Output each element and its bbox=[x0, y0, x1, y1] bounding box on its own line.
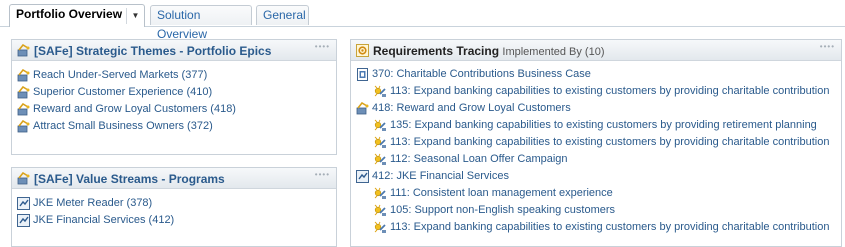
tab-label: General bbox=[263, 8, 306, 22]
trace-parent-row: 418: Reward and Grow Loyal Customers bbox=[356, 100, 836, 117]
feature-icon bbox=[374, 204, 386, 216]
portfolio-epic-icon bbox=[17, 120, 30, 133]
tracing-icon bbox=[356, 44, 369, 57]
trace-parent-row: 370: Charitable Contributions Business C… bbox=[356, 66, 836, 83]
item-link[interactable]: 418: Reward and Grow Loyal Customers bbox=[372, 100, 571, 117]
business-case-icon bbox=[357, 68, 368, 81]
portfolio-epic-icon bbox=[356, 102, 369, 115]
drag-handle-icon[interactable]: •••• bbox=[820, 42, 835, 51]
portfolio-epic-icon bbox=[17, 172, 30, 185]
panel-header: Requirements Tracing Implemented By (10)… bbox=[351, 40, 841, 61]
list-item: Superior Customer Experience (410) bbox=[17, 84, 332, 101]
program-icon bbox=[17, 214, 30, 227]
item-link[interactable]: JKE Meter Reader (378) bbox=[33, 195, 152, 212]
item-link[interactable]: 135: Expand banking capabilities to exis… bbox=[390, 117, 817, 134]
item-link[interactable]: 112: Seasonal Loan Offer Campaign bbox=[390, 151, 568, 168]
feature-icon bbox=[374, 85, 386, 97]
drag-handle-icon[interactable]: •••• bbox=[315, 42, 330, 51]
requirements-tracing-panel: Requirements Tracing Implemented By (10)… bbox=[350, 39, 842, 247]
trace-child-row: 135: Expand banking capabilities to exis… bbox=[356, 117, 836, 134]
feature-icon bbox=[374, 153, 386, 165]
item-link[interactable]: 105: Support non-English speaking custom… bbox=[390, 202, 615, 219]
item-link[interactable]: Superior Customer Experience (410) bbox=[33, 84, 212, 101]
feature-icon bbox=[374, 187, 386, 199]
portfolio-epic-icon bbox=[17, 103, 30, 116]
trace-child-row: 113: Expand banking capabilities to exis… bbox=[356, 219, 836, 236]
program-icon bbox=[356, 170, 369, 183]
list-item: Attract Small Business Owners (372) bbox=[17, 118, 332, 135]
feature-icon bbox=[374, 221, 386, 233]
item-link[interactable]: 111: Consistent loan management experien… bbox=[390, 185, 613, 202]
panel-title: Requirements Tracing Implemented By (10) bbox=[373, 44, 605, 58]
tab-bar: Portfolio Overview ▼ Solution Overview G… bbox=[0, 0, 845, 41]
feature-icon bbox=[374, 119, 386, 131]
panel-title: [SAFe] Strategic Themes - Portfolio Epic… bbox=[34, 44, 272, 58]
item-link[interactable]: 113: Expand banking capabilities to exis… bbox=[390, 134, 829, 151]
tab-label: Portfolio Overview bbox=[16, 7, 123, 21]
portfolio-epic-icon bbox=[17, 44, 30, 57]
streams-list: JKE Meter Reader (378) JKE Financial Serv… bbox=[17, 195, 332, 229]
portfolio-epic-icon bbox=[17, 69, 30, 82]
tracing-list: 370: Charitable Contributions Business C… bbox=[356, 66, 836, 236]
trace-child-row: 113: Expand banking capabilities to exis… bbox=[356, 83, 836, 100]
panel-title-text: Requirements Tracing bbox=[373, 44, 500, 58]
panel-header: [SAFe] Strategic Themes - Portfolio Epic… bbox=[12, 40, 336, 61]
list-item: JKE Meter Reader (378) bbox=[17, 195, 332, 212]
tab-solution-overview[interactable]: Solution Overview bbox=[150, 5, 252, 41]
panel-title: [SAFe] Value Streams - Programs bbox=[34, 172, 225, 186]
tab-general[interactable]: General bbox=[256, 5, 309, 25]
tab-portfolio-overview[interactable]: Portfolio Overview ▼ bbox=[9, 4, 145, 27]
strategic-themes-panel: [SAFe] Strategic Themes - Portfolio Epic… bbox=[11, 39, 337, 155]
item-link[interactable]: JKE Financial Services (412) bbox=[33, 212, 174, 229]
item-link[interactable]: Reward and Grow Loyal Customers (418) bbox=[33, 101, 236, 118]
item-link[interactable]: Reach Under-Served Markets (377) bbox=[33, 67, 207, 84]
list-item: JKE Financial Services (412) bbox=[17, 212, 332, 229]
portfolio-epic-icon bbox=[17, 86, 30, 99]
panel-subtitle: Implemented By (10) bbox=[502, 46, 605, 58]
item-link[interactable]: 113: Expand banking capabilities to exis… bbox=[390, 219, 829, 236]
trace-parent-row: 412: JKE Financial Services bbox=[356, 168, 836, 185]
panel-header: [SAFe] Value Streams - Programs •••• bbox=[12, 168, 336, 189]
trace-child-row: 112: Seasonal Loan Offer Campaign bbox=[356, 151, 836, 168]
list-item: Reach Under-Served Markets (377) bbox=[17, 67, 332, 84]
program-icon bbox=[17, 197, 30, 210]
item-link[interactable]: 370: Charitable Contributions Business C… bbox=[372, 66, 591, 83]
drag-handle-icon[interactable]: •••• bbox=[315, 170, 330, 179]
trace-child-row: 111: Consistent loan management experien… bbox=[356, 185, 836, 202]
list-item: Reward and Grow Loyal Customers (418) bbox=[17, 101, 332, 118]
item-link[interactable]: 412: JKE Financial Services bbox=[372, 168, 509, 185]
trace-child-row: 105: Support non-English speaking custom… bbox=[356, 202, 836, 219]
feature-icon bbox=[374, 136, 386, 148]
value-streams-panel: [SAFe] Value Streams - Programs •••• JKE… bbox=[11, 167, 337, 247]
tab-label: Solution Overview bbox=[157, 8, 208, 41]
item-link[interactable]: 113: Expand banking capabilities to exis… bbox=[390, 83, 829, 100]
chevron-down-icon[interactable]: ▼ bbox=[126, 8, 144, 24]
item-link[interactable]: Attract Small Business Owners (372) bbox=[33, 118, 213, 135]
themes-list: Reach Under-Served Markets (377) Superior… bbox=[17, 67, 332, 135]
trace-child-row: 113: Expand banking capabilities to exis… bbox=[356, 134, 836, 151]
